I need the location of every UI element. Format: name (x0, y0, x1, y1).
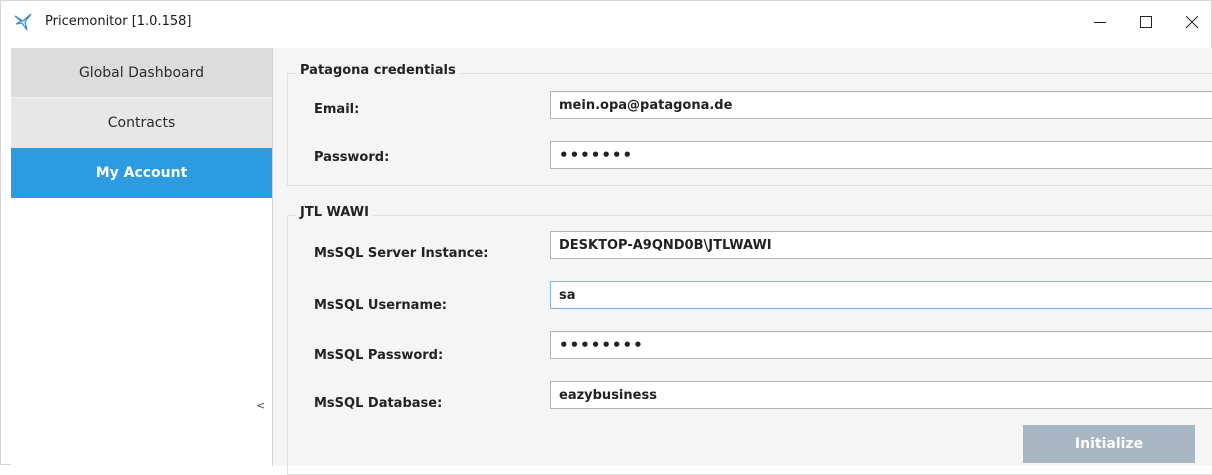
password-label: Password: (314, 150, 390, 165)
email-label: Email: (314, 102, 360, 117)
collapse-sidebar-chevron-icon[interactable]: < (256, 399, 268, 413)
close-button[interactable] (1169, 1, 1212, 43)
bird-logo-icon (13, 12, 35, 32)
email-value: mein.opa@patagona.de (559, 97, 733, 113)
title-bar[interactable]: Pricemonitor [1.0.158] (1, 1, 1211, 43)
db-password-label: MsSQL Password: (314, 348, 444, 363)
app-window: Pricemonitor [1.0.158] Global Dashboard … (0, 0, 1212, 475)
username-field[interactable]: sa (550, 281, 1212, 309)
server-instance-value: DESKTOP-A9QND0B\JTLWAWI (559, 237, 772, 253)
minimize-button[interactable] (1077, 1, 1123, 43)
database-value: eazybusiness (559, 387, 657, 403)
sidebar-item-label: My Account (95, 165, 188, 181)
initialize-button[interactable]: Initialize (1023, 425, 1195, 463)
minimize-icon (1094, 16, 1106, 28)
group-title: Patagona credentials (296, 63, 460, 78)
sidebar: Global Dashboard Contracts My Account (11, 48, 273, 466)
password-field[interactable]: ••••••• (550, 141, 1212, 169)
password-mask: ••••••• (559, 146, 634, 164)
server-instance-field[interactable]: DESKTOP-A9QND0B\JTLWAWI (550, 231, 1212, 259)
group-title: JTL WAWI (296, 205, 373, 220)
sidebar-item-my-account[interactable]: My Account (11, 148, 272, 198)
sidebar-item-label: Contracts (107, 115, 176, 131)
username-label: MsSQL Username: (314, 298, 448, 313)
maximize-button[interactable] (1123, 1, 1169, 43)
sidebar-item-global-dashboard[interactable]: Global Dashboard (11, 48, 272, 98)
server-instance-label: MsSQL Server Instance: (314, 246, 489, 261)
database-field[interactable]: eazybusiness (550, 381, 1212, 409)
username-value: sa (559, 287, 576, 303)
database-label: MsSQL Database: (314, 396, 443, 411)
patagona-credentials-group: Patagona credentials Email: mein.opa@pat… (287, 63, 1212, 186)
sidebar-item-label: Global Dashboard (78, 64, 205, 81)
window-title: Pricemonitor [1.0.158] (45, 14, 192, 29)
close-icon (1186, 16, 1198, 28)
db-password-mask: •••••••• (559, 336, 644, 354)
email-field[interactable]: mein.opa@patagona.de (550, 91, 1212, 119)
account-settings-panel: Patagona credentials Email: mein.opa@pat… (273, 48, 1212, 475)
maximize-icon (1140, 16, 1152, 28)
sidebar-item-contracts[interactable]: Contracts (11, 98, 272, 148)
db-password-field[interactable]: •••••••• (550, 331, 1212, 359)
